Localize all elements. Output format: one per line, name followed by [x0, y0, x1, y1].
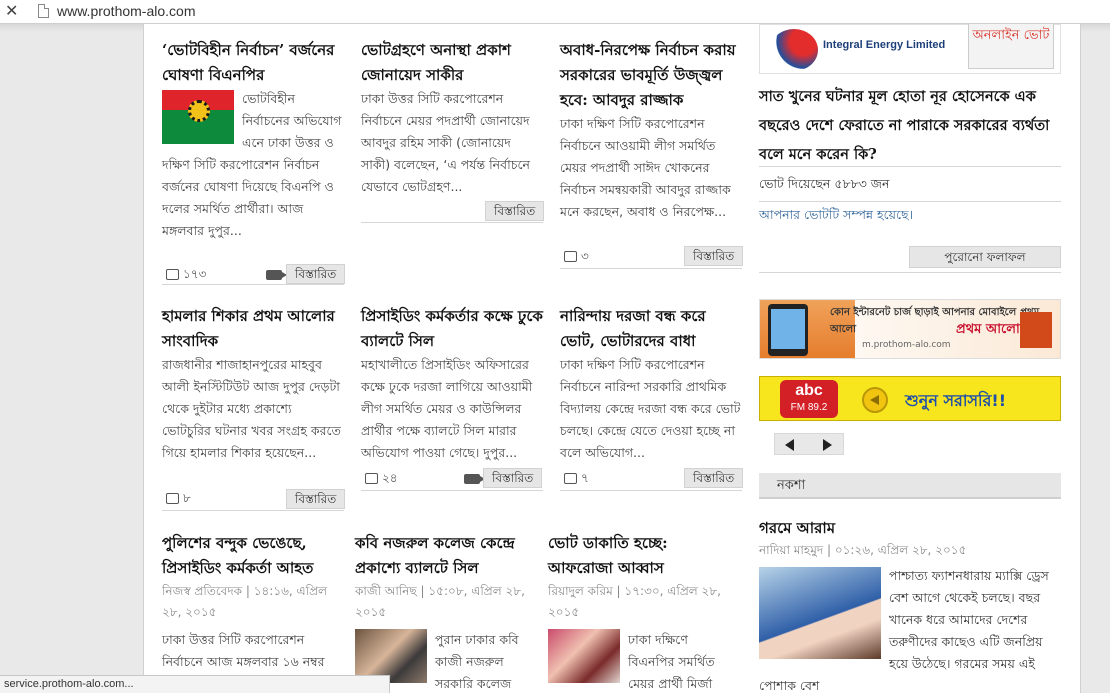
article-card: হামলার শিকার প্রথম আলোর সাংবাদিক রাজধানী… — [162, 304, 344, 464]
old-results-button[interactable]: পুরোনো ফলাফল — [909, 246, 1061, 268]
read-more-button[interactable]: বিস্তারিত — [684, 246, 744, 266]
article-title[interactable]: নারিন্দায় দরজা বন্ধ করে ভোট, ভোটারদের ব… — [560, 304, 742, 354]
comment-icon — [166, 269, 179, 280]
sponsor-logo[interactable]: Integral Energy Limited অনলাইন ভোট — [759, 24, 1061, 74]
address-bar: ✕ www.prothom-alo.com — [0, 0, 1110, 24]
article-card: পুলিশের বন্দুক ভেঙেছে, প্রিসাইডিং কর্মকর… — [162, 531, 344, 673]
article-summary: ঢাকা দক্ষিণ সিটি করপোরেশন নির্বাচনে নারি… — [560, 357, 741, 460]
article-meta: রিয়াদুল করিম | ১৭:৩০, এপ্রিল ২৮, ২০১৫ — [548, 584, 721, 619]
divider — [162, 510, 344, 511]
divider — [759, 166, 1061, 167]
url-field[interactable]: www.prothom-alo.com — [57, 3, 196, 19]
comment-icon — [564, 251, 577, 262]
abc-radio-logo: abc FM 89.2 — [780, 380, 838, 418]
poll-question: সাত খুনের ঘটনার মূল হোতা নূর হোসেনকে এক … — [759, 88, 1050, 163]
article-summary: ঢাকা উত্তর সিটি করপোরেশন নির্বাচনে মেয়র… — [361, 91, 530, 194]
page-icon — [38, 4, 49, 18]
article-title[interactable]: হামলার শিকার প্রথম আলোর সাংবাদিক — [162, 304, 344, 354]
article-card: ভোটগ্রহণে অনাস্থা প্রকাশ জোনায়েদ সাকীর … — [361, 38, 543, 198]
read-more-button[interactable]: বিস্তারিত — [286, 264, 346, 284]
read-more-button[interactable]: বিস্তারিত — [286, 489, 346, 509]
page-content: ‘ভোটবিহীন নির্বাচন’ বর্জনের ঘোষণা বিএনপি… — [143, 24, 1081, 693]
divider — [361, 222, 543, 223]
article-card: নারিন্দায় দরজা বন্ধ করে ভোট, ভোটারদের ব… — [560, 304, 742, 464]
video-icon — [464, 474, 485, 484]
article-title[interactable]: প্রিসাইডিং কর্মকর্তার কক্ষে ঢুকে ব্যালটে… — [361, 304, 543, 354]
brand-logo — [1020, 312, 1052, 348]
article-summary: রাজধানীর শাজাহানপুরের মাহবুব আলী ইনস্টিট… — [162, 357, 341, 460]
radio-ad-banner[interactable]: abc FM 89.2 শুনুন সরাসরি!! — [759, 376, 1061, 421]
article-card: প্রিসাইডিং কর্মকর্তার কক্ষে ঢুকে ব্যালটে… — [361, 304, 543, 464]
section-header-naksha[interactable]: নকশা — [759, 473, 1061, 499]
article-card: অবাধ-নিরপেক্ষ নির্বাচন করায় সরকারের ভাব… — [560, 38, 742, 223]
comment-count[interactable]: ১৭৩ — [166, 266, 206, 286]
next-icon[interactable] — [823, 439, 832, 451]
divider — [361, 490, 543, 491]
comment-count[interactable]: ৩ — [564, 248, 589, 268]
article-summary: মহাখালীতে প্রিসাইডিং অফিসারের কক্ষে ঢুকে… — [361, 357, 533, 460]
comment-count[interactable]: ৮ — [166, 490, 191, 510]
feature-title[interactable]: গরমে আরাম — [759, 516, 1061, 540]
divider — [560, 268, 742, 269]
online-vote-badge: অনলাইন ভোট — [968, 24, 1054, 69]
article-title[interactable]: অবাধ-নিরপেক্ষ নির্বাচন করায় সরকারের ভাব… — [560, 38, 742, 113]
feature-image[interactable] — [759, 567, 881, 659]
read-more-button[interactable]: বিস্তারিত — [483, 468, 543, 488]
article-thumbnail[interactable] — [162, 90, 234, 144]
article-title[interactable]: পুলিশের বন্দুক ভেঙেছে, প্রিসাইডিং কর্মকর… — [162, 531, 344, 581]
comment-icon — [564, 473, 577, 484]
vote-confirmation: আপনার ভোটটি সম্পন্ন হয়েছে। — [759, 207, 914, 222]
article-title[interactable]: ভোট ডাকাতি হচ্ছে: আফরোজা আব্বাস — [548, 531, 732, 581]
comment-count[interactable]: ৭ — [564, 470, 589, 490]
phone-icon — [768, 304, 808, 356]
article-meta: কাজী আনিছ | ১৫:০৮, এপ্রিল ২৮, ২০১৫ — [355, 584, 525, 619]
video-icon — [266, 270, 287, 280]
divider — [759, 201, 1061, 202]
article-thumbnail[interactable] — [548, 629, 620, 683]
ad-carousel-controls — [774, 433, 844, 455]
article-summary: ঢাকা দক্ষিণ সিটি করপোরেশন নির্বাচনে আওয়… — [560, 116, 731, 219]
comment-icon — [166, 493, 179, 504]
article-card: ‘ভোটবিহীন নির্বাচন’ বর্জনের ঘোষণা বিএনপি… — [162, 38, 344, 242]
feature-article: গরমে আরাম নাদিয়া মাহমুদ | ০১:২৬, এপ্রিল… — [759, 516, 1061, 693]
bnp-flag-image — [162, 90, 234, 144]
article-card: কবি নজরুল কলেজ কেন্দ্রে প্রকাশ্যে ব্যালট… — [355, 531, 535, 693]
article-title[interactable]: ‘ভোটবিহীন নির্বাচন’ বর্জনের ঘোষণা বিএনপি… — [162, 38, 344, 88]
comment-count[interactable]: ২৪ — [365, 470, 398, 490]
status-bar: service.prothom-alo.com... — [0, 675, 390, 693]
article-meta: নিজস্ব প্রতিবেদক | ১৪:১৬, এপ্রিল ২৮, ২০১… — [162, 584, 328, 619]
article-card: ভোট ডাকাতি হচ্ছে: আফরোজা আব্বাস রিয়াদুল… — [548, 531, 732, 693]
read-more-button[interactable]: বিস্তারিত — [684, 468, 744, 488]
vote-count: ভোট দিয়েছেন ৫৮৮৩ জন — [759, 176, 890, 191]
read-more-button[interactable]: বিস্তারিত — [485, 201, 545, 221]
integral-energy-logo — [770, 29, 818, 71]
close-icon[interactable]: ✕ — [5, 1, 18, 20]
article-title[interactable]: ভোটগ্রহণে অনাস্থা প্রকাশ জোনায়েদ সাকীর — [361, 38, 543, 88]
article-title[interactable]: কবি নজরুল কলেজ কেন্দ্রে প্রকাশ্যে ব্যালট… — [355, 531, 535, 581]
divider — [759, 272, 1061, 273]
article-summary: ঢাকা উত্তর সিটি করপোরেশন নির্বাচনে আজ মঙ… — [162, 632, 325, 669]
mobile-ad-banner[interactable]: কোন ইন্টারনেট চার্জ ছাড়াই আপনার মোবাইলে… — [759, 299, 1061, 359]
speaker-icon — [862, 387, 888, 413]
divider — [560, 490, 742, 491]
feature-meta: নাদিয়া মাহমুদ | ০১:২৬, এপ্রিল ২৮, ২০১৫ — [759, 543, 967, 557]
previous-icon[interactable] — [785, 439, 794, 451]
comment-icon — [365, 473, 378, 484]
